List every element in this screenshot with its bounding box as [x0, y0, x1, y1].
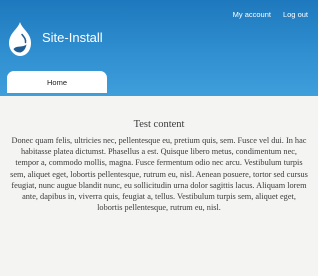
secondary-menu: My account Log out: [233, 10, 308, 20]
page: My account Log out Site-Install Home Tes…: [0, 0, 318, 276]
site-header: My account Log out Site-Install Home: [0, 0, 318, 96]
tab-home[interactable]: Home: [7, 71, 107, 93]
page-title: Test content: [133, 119, 185, 130]
main-content: Test content Donec quam felis, ultricies…: [10, 118, 308, 213]
my-account-link[interactable]: My account: [233, 10, 271, 20]
site-name[interactable]: Site-Install: [42, 30, 103, 46]
body-text: Donec quam felis, ultricies nec, pellent…: [10, 136, 308, 213]
log-out-link[interactable]: Log out: [283, 10, 308, 20]
drupal-drop-icon[interactable]: [7, 21, 33, 57]
